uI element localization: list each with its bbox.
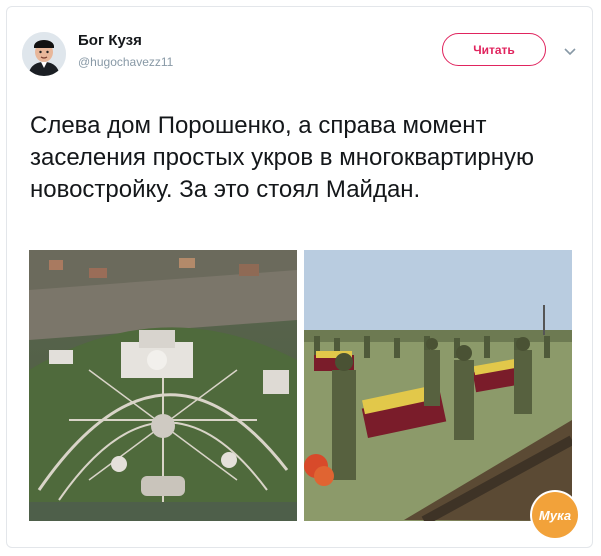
chevron-down-icon[interactable] (563, 44, 577, 56)
soldiers-coffins-photo[interactable] (304, 250, 572, 521)
avatar[interactable] (22, 32, 66, 76)
author-handle[interactable]: @hugochavezz11 (78, 55, 173, 69)
tweet-text: Слева дом Порошенко, а справа момент зас… (30, 112, 535, 203)
palace-aerial-photo[interactable] (29, 250, 297, 521)
follow-button[interactable]: Читать (442, 33, 546, 66)
site-watermark-logo: Мука (532, 492, 578, 538)
author-name[interactable]: Бог Кузя (78, 32, 142, 49)
